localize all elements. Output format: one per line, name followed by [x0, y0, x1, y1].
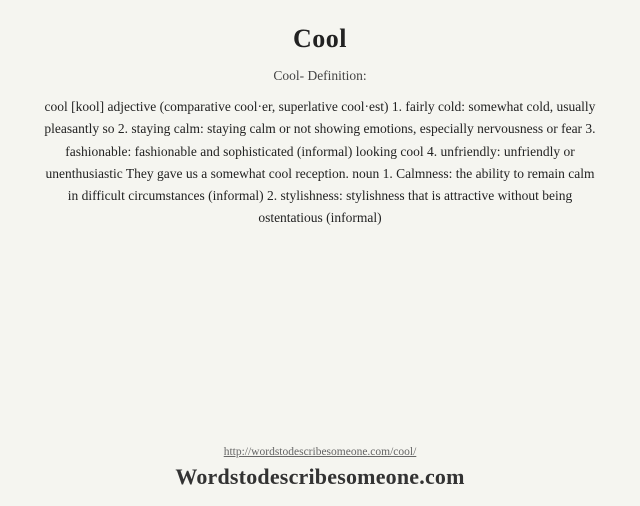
definition-label: Cool- Definition: — [273, 68, 366, 84]
page-wrapper: Cool Cool- Definition: cool [kool] adjec… — [0, 0, 640, 506]
footer-brand: Wordstodescribesomeone.com — [175, 464, 464, 490]
footer-url[interactable]: http://wordstodescribesomeone.com/cool/ — [224, 446, 417, 458]
page-title: Cool — [293, 24, 347, 54]
definition-body: cool [kool] adjective (comparative cool·… — [40, 96, 600, 230]
